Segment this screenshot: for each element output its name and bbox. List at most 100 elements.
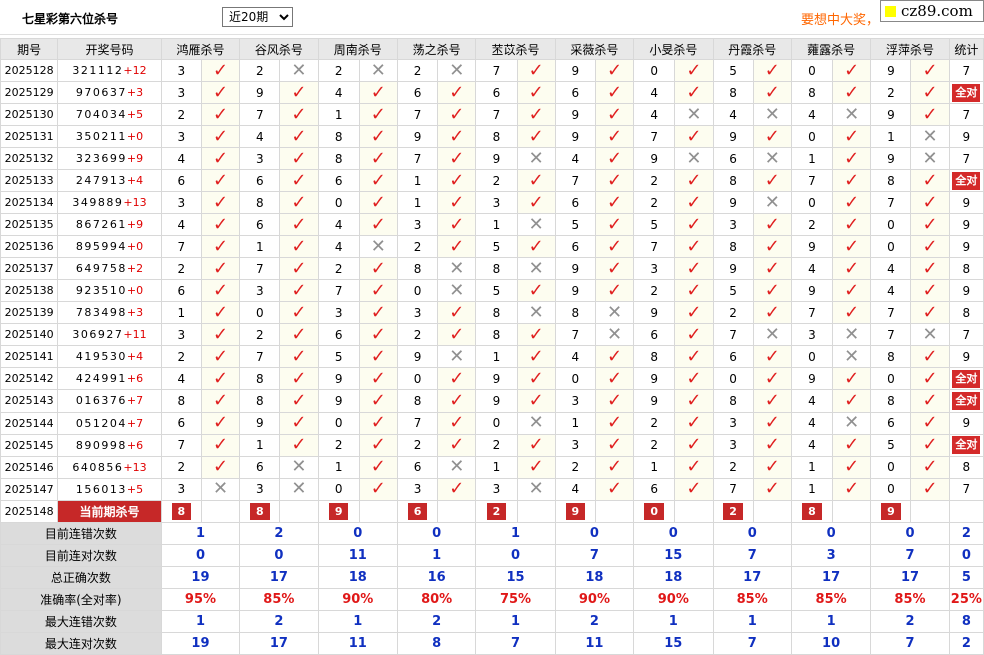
check-icon: ✓ bbox=[594, 345, 635, 369]
check-icon: ✓ bbox=[910, 191, 950, 215]
stats-value-cell: 90% bbox=[554, 587, 635, 611]
kill-number-cell: 9 bbox=[633, 301, 676, 325]
empty-cell bbox=[594, 499, 635, 523]
check-icon: ✓ bbox=[200, 257, 241, 281]
kill-number-cell: 9 bbox=[790, 279, 834, 303]
kill-number-cell: 7 bbox=[160, 433, 202, 457]
empty-cell bbox=[516, 499, 556, 523]
current-row: 2025148 当前期杀号 8 8 9 6 2 9 0 2 8 9 bbox=[0, 499, 984, 523]
kill-number-cell: 6 bbox=[239, 455, 281, 479]
kill-number-cell: 9 bbox=[870, 58, 912, 83]
check-icon: ✓ bbox=[358, 147, 398, 171]
check-icon: ✓ bbox=[910, 455, 950, 479]
kill-number-cell: 3 bbox=[160, 58, 202, 83]
kill-number-cell: 8 bbox=[396, 257, 439, 281]
check-icon: ✓ bbox=[437, 103, 477, 127]
stats-value-cell: 7 bbox=[712, 543, 792, 567]
check-icon: ✓ bbox=[910, 367, 950, 391]
kill-number-cell: 6 bbox=[712, 345, 754, 369]
cross-icon: ✕ bbox=[516, 477, 556, 501]
check-icon: ✓ bbox=[358, 345, 398, 369]
current-kill-cell: 8 bbox=[160, 499, 202, 523]
check-icon: ✓ bbox=[437, 213, 477, 237]
draw-sum-suffix: +3 bbox=[126, 86, 144, 100]
check-icon: ✓ bbox=[752, 235, 792, 259]
table-row: 2025146 640856+13 2 ✓ 6 ✕ 1 ✓ 6 ✕ 1 ✓ 2 ✓ 1 ✓ 2 ✓ 1 ✓ 0 ✓ 8 bbox=[0, 455, 984, 479]
draw-numbers-cell: 640856+13 bbox=[57, 455, 162, 479]
ad-text[interactable]: 要想中大奖， bbox=[801, 9, 879, 28]
check-icon: ✓ bbox=[516, 345, 556, 369]
issue-cell: 2025138 bbox=[0, 279, 59, 303]
draw-sum-suffix: +7 bbox=[126, 394, 144, 408]
kill-number-cell: 2 bbox=[396, 58, 439, 83]
check-icon: ✓ bbox=[674, 58, 714, 83]
period-select[interactable]: 近20期 bbox=[222, 7, 293, 27]
cross-icon: ✕ bbox=[279, 477, 319, 501]
kill-number-cell: 0 bbox=[475, 411, 518, 435]
draw-numbers-cell: 970637+3 bbox=[57, 81, 162, 105]
stats-value-cell: 17 bbox=[790, 565, 872, 589]
stats-value-cell: 0 bbox=[160, 543, 241, 567]
check-icon: ✓ bbox=[516, 433, 556, 457]
table-row: 2025134 349889+13 3 ✓ 8 ✓ 0 ✓ 1 ✓ 3 ✓ 6 ✓ 2 ✓ 9 ✕ 0 ✓ 7 ✓ 9 bbox=[0, 191, 984, 215]
stats-value-cell: 15 bbox=[633, 631, 714, 655]
check-icon: ✓ bbox=[594, 191, 635, 215]
draw-digits: 783498 bbox=[75, 306, 127, 320]
draw-sum-suffix: +2 bbox=[126, 262, 144, 276]
draw-numbers-cell: 247913+4 bbox=[57, 169, 162, 193]
kill-number-cell: 3 bbox=[712, 433, 754, 457]
row-stat-cell: 8 bbox=[948, 257, 984, 281]
kill-number-cell: 9 bbox=[554, 257, 596, 281]
stats-value-cell: 15 bbox=[633, 543, 714, 567]
stats-value-cell: 1 bbox=[475, 609, 556, 633]
issue-cell: 2025133 bbox=[0, 169, 59, 193]
check-icon: ✓ bbox=[437, 81, 477, 105]
issue-cell: 2025135 bbox=[0, 213, 59, 237]
site-logo[interactable]: cz89.com bbox=[880, 0, 984, 22]
draw-digits: 321112 bbox=[72, 64, 124, 78]
kill-number-cell: 0 bbox=[870, 367, 912, 391]
cross-icon: ✕ bbox=[516, 301, 556, 325]
stats-value-cell: 0 bbox=[633, 521, 714, 545]
kill-number-cell: 2 bbox=[712, 455, 754, 479]
stats-value-cell: 0 bbox=[239, 543, 319, 567]
kill-number-cell: 8 bbox=[712, 235, 754, 259]
check-icon: ✓ bbox=[752, 477, 792, 501]
kill-number-cell: 1 bbox=[317, 455, 360, 479]
kill-number-cell: 6 bbox=[712, 147, 754, 171]
stats-row: 最大连对次数 19 17 11 8 7 11 15 7 10 7 2 bbox=[0, 631, 984, 655]
stats-value-cell: 1 bbox=[160, 521, 241, 545]
stats-value-cell: 85% bbox=[712, 587, 792, 611]
draw-sum-suffix: +4 bbox=[126, 174, 144, 188]
stats-value-cell: 7 bbox=[870, 543, 950, 567]
kill-number-cell: 3 bbox=[160, 477, 202, 501]
cross-icon: ✕ bbox=[832, 323, 872, 347]
check-icon: ✓ bbox=[594, 455, 635, 479]
kill-number-cell: 8 bbox=[870, 169, 912, 193]
issue-cell: 2025146 bbox=[0, 455, 59, 479]
kill-number-cell: 0 bbox=[239, 301, 281, 325]
stats-value-cell: 95% bbox=[160, 587, 241, 611]
current-issue-cell: 2025148 bbox=[0, 499, 59, 523]
current-kill-badge: 0 bbox=[644, 502, 665, 520]
check-icon: ✓ bbox=[832, 301, 872, 325]
stats-value-cell: 3 bbox=[790, 543, 872, 567]
kill-number-cell: 3 bbox=[239, 279, 281, 303]
cross-icon: ✕ bbox=[910, 147, 950, 171]
cross-icon: ✕ bbox=[279, 58, 319, 83]
stats-value-cell: 8 bbox=[396, 631, 477, 655]
kill-number-cell: 1 bbox=[317, 103, 360, 127]
draw-sum-suffix: +7 bbox=[126, 416, 144, 430]
check-icon: ✓ bbox=[674, 257, 714, 281]
cross-icon: ✕ bbox=[910, 323, 950, 347]
check-icon: ✓ bbox=[437, 477, 477, 501]
draw-numbers-cell: 867261+9 bbox=[57, 213, 162, 237]
kill-number-cell: 7 bbox=[870, 323, 912, 347]
table-row: 2025137 649758+2 2 ✓ 7 ✓ 2 ✓ 8 ✕ 8 ✕ 9 ✓ 3 ✓ 9 ✓ 4 ✓ 4 ✓ 8 bbox=[0, 257, 984, 281]
check-icon: ✓ bbox=[910, 433, 950, 457]
table-row: 2025136 895994+0 7 ✓ 1 ✓ 4 ✕ 2 ✓ 5 ✓ 6 ✓ 7 ✓ 8 ✓ 9 ✓ 0 ✓ 9 bbox=[0, 235, 984, 259]
stats-value-cell: 7 bbox=[475, 631, 556, 655]
kill-number-cell: 2 bbox=[160, 257, 202, 281]
issue-cell: 2025134 bbox=[0, 191, 59, 215]
kill-number-cell: 4 bbox=[790, 411, 834, 435]
